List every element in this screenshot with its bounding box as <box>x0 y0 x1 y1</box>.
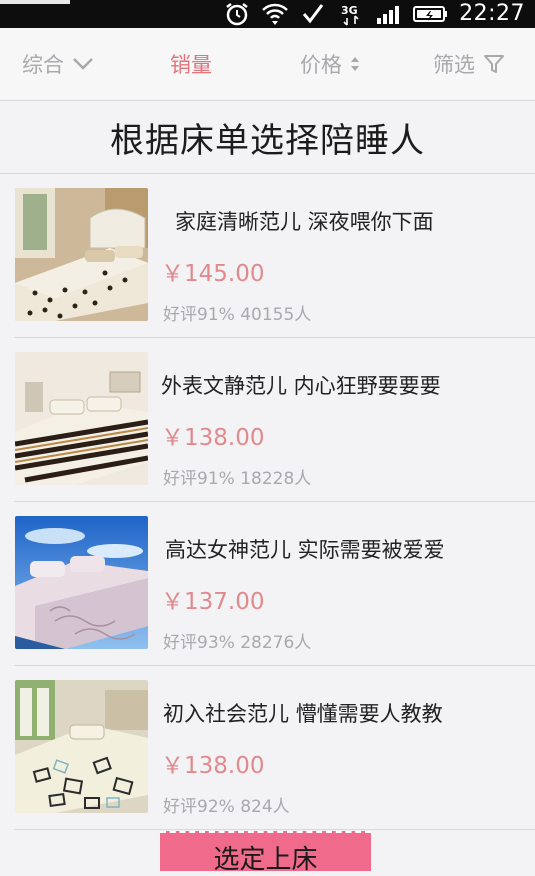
product-thumbnail <box>15 188 148 321</box>
filter-label: 筛选 <box>433 53 475 77</box>
product-price: ￥145.00 <box>161 261 265 287</box>
product-price: ￥138.00 <box>161 753 265 779</box>
svg-text:3G: 3G <box>341 4 358 17</box>
filter-label: 综合 <box>22 53 64 77</box>
wifi-icon <box>261 2 289 26</box>
product-title: 家庭清晰范儿 深夜喂你下面 <box>175 210 434 234</box>
battery-charging-icon <box>413 2 449 26</box>
filter-label: 价格 <box>300 53 342 77</box>
divider <box>14 829 535 830</box>
product-item[interactable]: 家庭清晰范儿 深夜喂你下面 ￥145.00 好评91% 40155人 <box>0 174 535 338</box>
page-title: 根据床单选择陪睡人 <box>0 101 535 174</box>
network-3g-icon: 3G <box>337 2 365 26</box>
product-thumbnail <box>15 352 148 485</box>
filter-label: 销量 <box>170 53 212 77</box>
product-item[interactable]: 高达女神范儿 实际需要被爱爱 ￥137.00 好评93% 28276人 <box>0 502 535 666</box>
funnel-icon <box>483 53 505 75</box>
status-bar: 3G 22:27 <box>0 0 535 28</box>
filter-comprehensive[interactable]: 综合 <box>22 28 94 100</box>
product-rating: 好评92% 824人 <box>163 797 290 817</box>
product-thumbnail <box>15 680 148 813</box>
alarm-icon <box>223 2 251 26</box>
filter-screen[interactable]: 筛选 <box>433 28 505 100</box>
status-icons: 3G 22:27 <box>223 0 535 28</box>
sort-updown-icon <box>350 56 360 72</box>
product-item[interactable]: 初入社会范儿 懵懂需要人教教 ￥138.00 好评92% 824人 <box>0 666 535 830</box>
product-rating: 好评91% 40155人 <box>163 305 312 325</box>
filter-bar: 综合 销量 价格 筛选 <box>0 28 535 101</box>
product-rating: 好评91% 18228人 <box>163 469 312 489</box>
select-button[interactable]: 选定上床 <box>160 831 371 875</box>
product-price: ￥137.00 <box>161 589 265 615</box>
product-title: 外表文静范儿 内心狂野要要要 <box>161 374 441 398</box>
product-item[interactable]: 外表文静范儿 内心狂野要要要 ￥138.00 好评91% 18228人 <box>0 338 535 502</box>
product-thumbnail <box>15 516 148 649</box>
product-price: ￥138.00 <box>161 425 265 451</box>
filter-sales[interactable]: 销量 <box>170 28 212 100</box>
chevron-down-icon <box>72 57 94 71</box>
status-time: 22:27 <box>459 1 525 26</box>
signal-icon <box>375 2 403 26</box>
check-icon <box>299 2 327 26</box>
product-rating: 好评93% 28276人 <box>163 633 312 653</box>
product-title: 高达女神范儿 实际需要被爱爱 <box>165 538 445 562</box>
notification-strip <box>0 0 70 4</box>
filter-price[interactable]: 价格 <box>300 28 360 100</box>
product-title: 初入社会范儿 懵懂需要人教教 <box>163 702 443 726</box>
